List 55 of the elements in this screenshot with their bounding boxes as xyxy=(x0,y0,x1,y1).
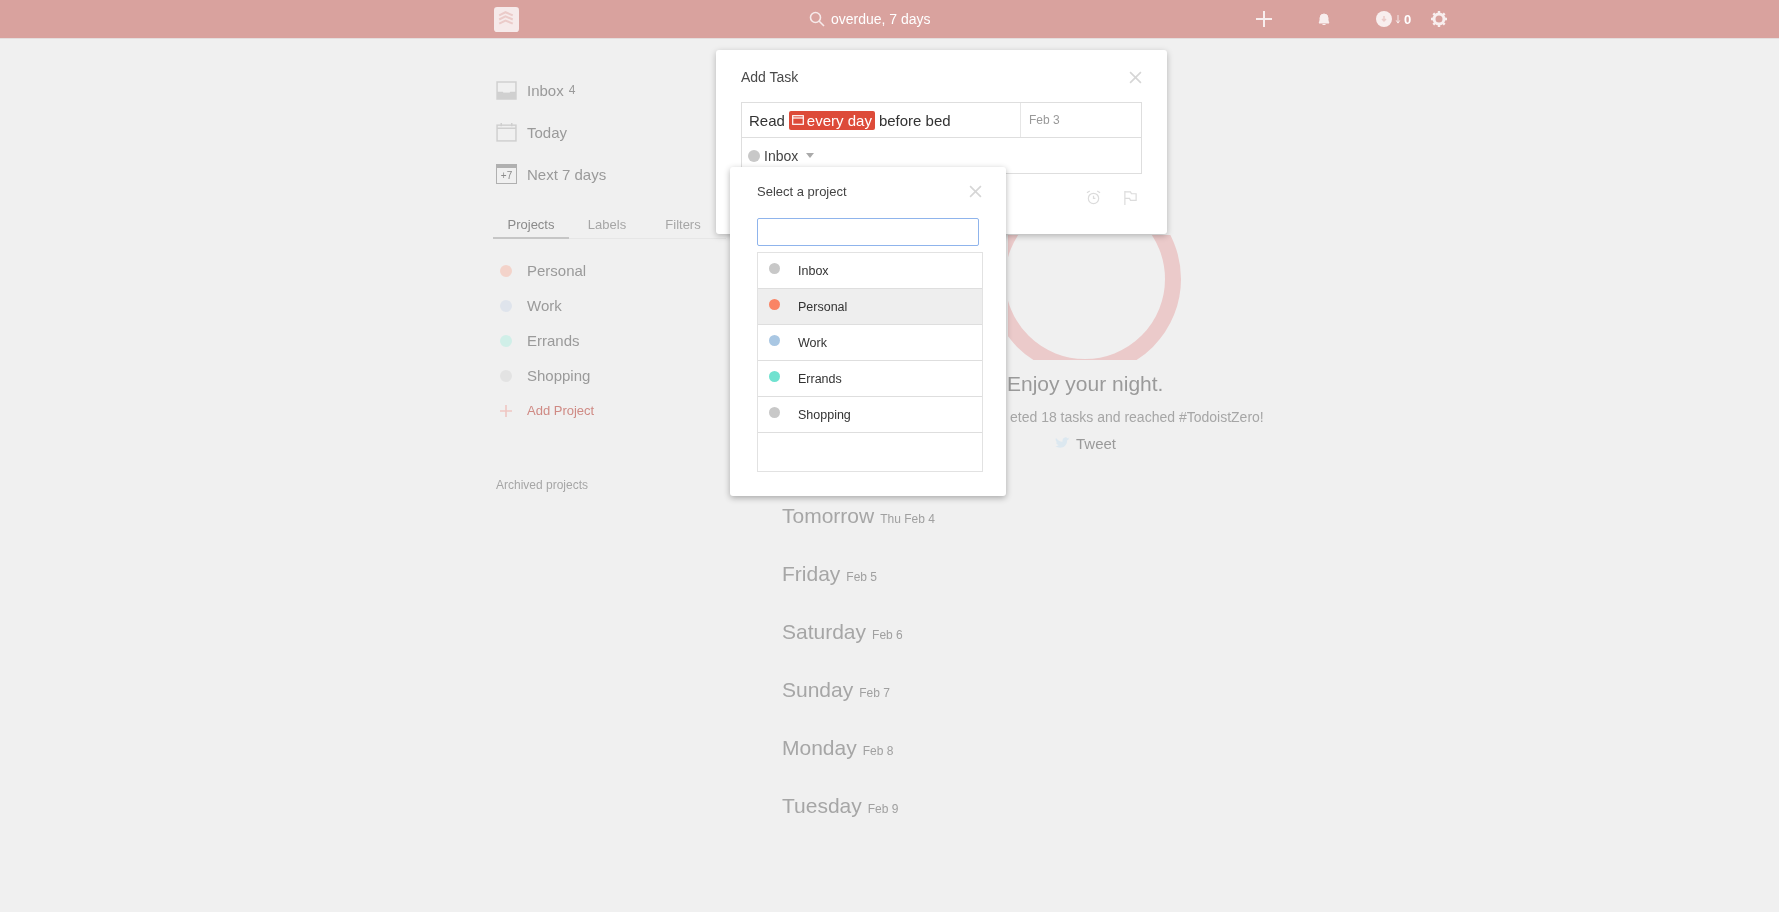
project-item[interactable]: Shopping xyxy=(496,358,726,393)
task-text: before bed xyxy=(878,111,951,129)
dialog-title: Add Task xyxy=(741,69,799,85)
close-icon[interactable] xyxy=(969,184,982,198)
day-date: Feb 9 xyxy=(867,802,899,816)
sidebar-tab[interactable]: Projects xyxy=(493,213,569,239)
task-text: Read xyxy=(749,111,785,129)
sidebar-item[interactable]: Inbox 4 xyxy=(496,69,726,111)
project-selector[interactable]: Inbox xyxy=(748,147,815,164)
day-date: Feb 6 xyxy=(872,628,903,642)
date-highlight: every day xyxy=(788,110,875,130)
subtitle: eted 18 tasks and reached #TodoistZero! xyxy=(1010,409,1264,425)
day-heading: Tomorrow xyxy=(782,504,875,528)
day-date: Feb 7 xyxy=(859,686,890,700)
day-heading: Friday xyxy=(782,562,841,586)
plus-icon[interactable] xyxy=(500,404,512,417)
search-icon[interactable] xyxy=(809,11,825,27)
arrow-down-icon xyxy=(1395,14,1401,24)
karma-count: 0 xyxy=(1404,11,1412,27)
bell-icon[interactable] xyxy=(1316,11,1332,27)
flag-icon[interactable] xyxy=(1123,190,1138,205)
project-item[interactable]: Errands xyxy=(496,323,726,358)
sidebar-item[interactable]: Today xyxy=(496,111,726,153)
sidebar-item[interactable]: +7 Next 7 days xyxy=(496,153,726,195)
project-item[interactable]: Personal xyxy=(496,253,726,288)
calendar-icon xyxy=(791,115,804,125)
project-option[interactable]: Personal xyxy=(758,289,982,325)
logo-icon[interactable] xyxy=(494,6,519,32)
sidebar-tab[interactable]: Filters xyxy=(645,213,721,239)
calendar-icon xyxy=(496,122,517,142)
day-date: Thu Feb 4 xyxy=(880,512,935,526)
day-heading: Monday xyxy=(782,736,857,760)
alarm-clock-icon[interactable] xyxy=(1086,190,1101,205)
archived-projects-link[interactable]: Archived projects xyxy=(496,478,589,492)
karma-icon[interactable] xyxy=(1376,11,1392,27)
sidebar-tab[interactable]: Labels xyxy=(569,213,645,239)
search-field[interactable]: overdue, 7 days xyxy=(831,9,981,29)
day-date: Feb 5 xyxy=(846,570,878,584)
headline: Enjoy your night. xyxy=(1007,372,1164,396)
caret-icon xyxy=(806,153,815,158)
popup-title: Select a project xyxy=(757,183,847,199)
project-item[interactable]: Work xyxy=(496,288,726,323)
close-icon[interactable] xyxy=(1129,70,1142,84)
settings-icon[interactable] xyxy=(1431,11,1448,27)
calendar-icon: +7 xyxy=(496,164,517,184)
day-heading: Sunday xyxy=(782,678,854,702)
tweet-link[interactable]: Tweet xyxy=(1076,435,1117,452)
add-project-link[interactable]: Add Project xyxy=(527,403,595,418)
add-icon[interactable] xyxy=(1256,11,1272,27)
inbox-icon xyxy=(496,80,517,100)
day-heading: Tuesday xyxy=(782,794,862,818)
day-date: Feb 8 xyxy=(862,744,894,758)
day-heading: Saturday xyxy=(782,620,867,644)
task-input[interactable]: Read every day before bed xyxy=(742,103,1020,137)
project-search-field[interactable] xyxy=(757,218,979,246)
